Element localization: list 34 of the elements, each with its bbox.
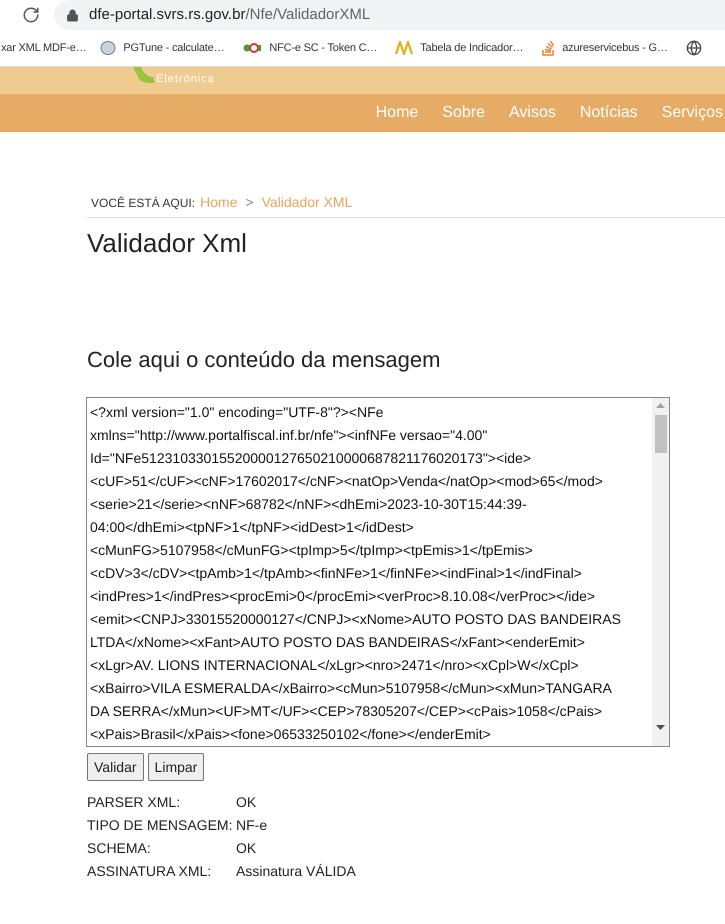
- reload-icon[interactable]: [22, 6, 40, 24]
- result-label: SCHEMA:: [87, 839, 152, 858]
- url-text: dfe-portal.svrs.rs.gov.br/Nfe/ValidadorXML: [89, 4, 370, 25]
- result-value: NF-e: [236, 816, 268, 835]
- bookmark[interactable]: [686, 40, 702, 56]
- globe-icon: [686, 40, 702, 56]
- address-bar[interactable]: dfe-portal.svrs.rs.gov.br/Nfe/ValidadorXML: [54, 0, 725, 30]
- result-value: OK: [236, 839, 256, 858]
- result-value: Assinatura VÁLIDA: [236, 862, 356, 881]
- result-label: PARSER XML:: [87, 793, 182, 812]
- scroll-down-icon[interactable]: [656, 725, 665, 731]
- xml-text: <?xml version="1.0" encoding="UTF-8"?><NFe xmlns="http://www.portalfiscal.inf.br/nfe"><infNFe versao="4.00" Id="NFe51231033015520000127650210000687821176020173"><ide> <cUF>51</cUF><cNF>17602017</cNF><natOp>Venda</natOp><mod>65</mod> <serie>21</serie><nNF>68782</nNF><dhEmi>2023-10-30T15:44:39- 04:00</dhEmi><tpNF>1</tpNF><idDest>1</idDest> <cMunFG>5107958</cMunFG><tpImp>5</tpImp><tpEmis>1</tpEmis> <cDV>3</cDV><tpAmb>1</tpAmb><finNFe>1</finNFe><indFinal>1</indFinal> <indPres>1</indPres><procEmi>0</procEmi><verProc>8.10.08</verProc></ide> <emit><CNPJ>33015520000127</CNPJ><xNome>AUTO POSTO DAS BANDEIRAS LTDA</xNome><xFant>AUTO POSTO DAS BANDEIRAS</xFant><enderEmit> <xLgr>AV. LIONS INTERNACIONAL</xLgr><nro>2471</nro><xCpl>W</xCpl> <xBairro>VILA ESMERALDA</xBairro><cMun>5107958</cMun><xMun>TANGARA DA SERRA</xMun><UF>MT</UF><CEP>78305207</CEP><cPais>1058</cPais> <xPais>Brasil</xPais><fone>06533250102</fone></enderEmit>: [89, 403, 622, 744]
- form-button[interactable]: Validar: [87, 753, 144, 781]
- bookmark[interactable]: Tabela de Indicador…: [395, 40, 524, 56]
- breadcrumb-separator: >: [245, 193, 254, 212]
- result-label: ASSINATURA XML:: [87, 862, 212, 881]
- lock-icon: [66, 8, 79, 22]
- breadcrumb-label: VOCÊ ESTÁ AQUI:: [91, 194, 196, 212]
- form-button[interactable]: Limpar: [148, 753, 204, 781]
- stack-icon: [541, 40, 556, 56]
- page-title: Validador Xml: [87, 228, 248, 258]
- logo-icon: [395, 41, 414, 55]
- result-value: OK: [236, 793, 256, 812]
- bookmark[interactable]: NFC-e SC - Token C…: [242, 40, 378, 56]
- bookmark[interactable]: azureservicebus - G…: [541, 40, 668, 56]
- bookmark[interactable]: PGTune - calculate…: [100, 40, 224, 56]
- leaf-logo-icon: [131, 67, 157, 85]
- logo-icon: [242, 42, 262, 54]
- scroll-thumb[interactable]: [654, 415, 666, 453]
- bookmark[interactable]: xar XML MDF-e…: [1, 40, 86, 56]
- section-title: Cole aqui o conteúdo da mensagem: [87, 346, 442, 374]
- scrollbar[interactable]: [652, 398, 669, 746]
- logo-text: Eletrônica: [156, 72, 215, 86]
- result-label: TIPO DE MENSAGEM:: [87, 816, 234, 835]
